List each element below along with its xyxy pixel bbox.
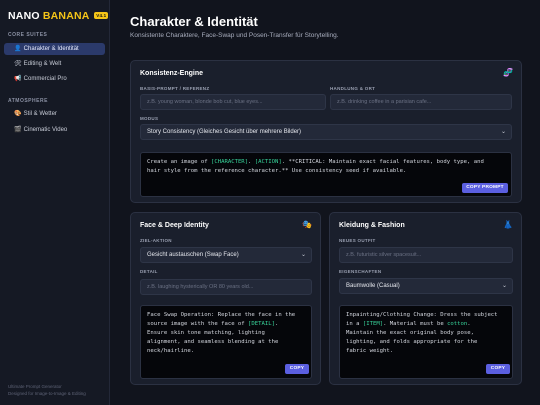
detail-input[interactable]: z.B. laughing hysterically OR 80 years o… — [140, 279, 312, 295]
person-icon: 👤 — [14, 46, 22, 52]
film-icon: 🎬 — [14, 127, 22, 133]
sidebar-item-label: Commercial Pro — [23, 76, 67, 82]
sidebar-item-label: Charakter & Identität — [23, 46, 79, 52]
card-title: Kleidung & Fashion — [339, 222, 405, 229]
action-input[interactable]: z.B. drinking coffee in a parisian cafe.… — [330, 94, 512, 110]
sidebar-item-label: Editing & Welt — [23, 61, 62, 67]
chevron-down-icon: ⌄ — [501, 283, 507, 289]
palette-icon: 🎨 — [14, 111, 22, 117]
logo-word-nano: NANO — [8, 10, 40, 22]
main-content: Charakter & Identität Konsistente Charak… — [110, 0, 540, 405]
tag-action: [ACTION] — [254, 159, 282, 165]
mode-label: MODUS — [140, 116, 159, 121]
mode-select[interactable]: Story Consistency (Gleiches Gesicht über… — [140, 124, 512, 140]
copy-clothing-button[interactable]: COPY — [486, 364, 510, 374]
mode-select-value: Story Consistency (Gleiches Gesicht über… — [147, 129, 302, 135]
basis-label: BASIS-PROMPT / REFERENZ — [140, 86, 210, 91]
tag-detail: [DETAIL] — [248, 321, 275, 327]
version-badge: V4.1 — [94, 11, 109, 19]
page-title: Charakter & Identität — [130, 14, 258, 29]
prompt-output: Create an image of [CHARACTER]. [ACTION]… — [140, 152, 512, 197]
sidebar-section-core: CORE SUITES — [8, 32, 48, 38]
tag-character: [CHARACTER] — [211, 159, 249, 165]
megaphone-icon: 📢 — [14, 76, 22, 82]
footer-line-1: Ultimate Prompt Generator — [8, 384, 62, 389]
copy-face-button[interactable]: COPY — [285, 364, 309, 374]
properties-label: EIGENSCHAFTEN — [339, 269, 382, 274]
clothing-card: Kleidung & Fashion 👗 NEUES OUTFIT z.B. f… — [329, 212, 522, 385]
sidebar: NANO BANANA V4.1 CORE SUITES 👤 Charakter… — [0, 0, 110, 405]
outfit-input[interactable]: z.B. futuristic silver spacesuit... — [339, 247, 513, 263]
card-title: Face & Deep Identity — [140, 222, 209, 229]
outfit-label: NEUES OUTFIT — [339, 238, 376, 243]
tools-icon: 🛠 — [14, 61, 22, 67]
sidebar-item-cinematic[interactable]: 🎬 Cinematic Video — [4, 124, 105, 136]
properties-value: Baumwolle (Casual) — [346, 283, 400, 289]
footer-line-2: Designed for Image-to-Image & Editing — [8, 391, 86, 396]
action-label: HANDLUNG & ORT — [330, 86, 376, 91]
tag-item: [ITEM] — [362, 321, 384, 327]
sidebar-item-charakter[interactable]: 👤 Charakter & Identität — [4, 43, 105, 55]
chevron-down-icon: ⌄ — [500, 129, 506, 135]
sidebar-item-label: Stil & Wetter — [23, 111, 57, 117]
dna-icon: 🧬 — [503, 68, 513, 77]
card-title: Konsistenz-Engine — [140, 70, 204, 77]
sidebar-section-atmosphere: ATMOSPHERE — [8, 98, 48, 104]
page-subtitle: Konsistente Charaktere, Face-Swap und Po… — [130, 32, 339, 39]
face-card: Face & Deep Identity 🎭 ZIEL-AKTION Gesic… — [130, 212, 321, 385]
sidebar-item-commercial[interactable]: 📢 Commercial Pro — [4, 73, 105, 85]
copy-prompt-button[interactable]: COPY PROMPT — [462, 183, 508, 193]
sidebar-item-editing[interactable]: 🛠 Editing & Welt — [4, 58, 105, 70]
chevron-down-icon: ⌄ — [300, 252, 306, 258]
detail-label: DETAIL — [140, 269, 158, 274]
app-logo: NANO BANANA V4.1 — [8, 10, 109, 22]
tag-material: cotton — [447, 321, 468, 327]
sidebar-item-stil[interactable]: 🎨 Stil & Wetter — [4, 108, 105, 120]
target-action-label: ZIEL-AKTION — [140, 238, 172, 243]
basis-prompt-input[interactable]: z.B. young woman, blonde bob cut, blue e… — [140, 94, 326, 110]
sidebar-item-label: Cinematic Video — [23, 127, 68, 133]
mask-icon: 🎭 — [302, 220, 312, 229]
properties-select[interactable]: Baumwolle (Casual) ⌄ — [339, 278, 513, 294]
target-action-select[interactable]: Gesicht austauschen (Swap Face) ⌄ — [140, 247, 312, 263]
consistency-card: Konsistenz-Engine 🧬 BASIS-PROMPT / REFER… — [130, 60, 522, 203]
logo-word-banana: BANANA — [42, 10, 90, 22]
dress-icon: 👗 — [503, 220, 513, 229]
target-action-value: Gesicht austauschen (Swap Face) — [147, 252, 239, 258]
